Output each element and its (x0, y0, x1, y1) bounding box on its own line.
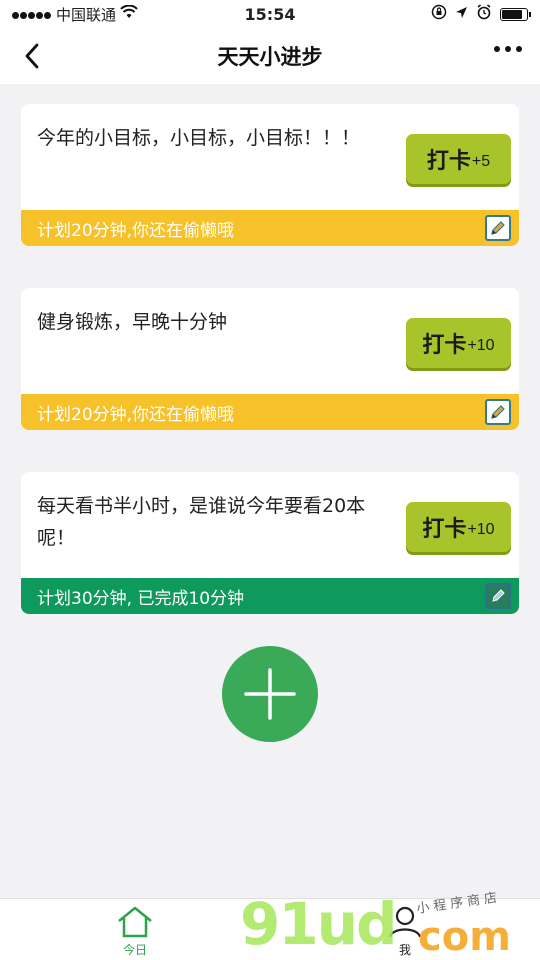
status-bar: 中国联通 15:54 (0, 0, 540, 28)
plus-icon (244, 668, 296, 720)
goal-title: 今年的小目标，小目标，小目标！！！ (37, 127, 361, 149)
user-icon (388, 906, 422, 938)
checkin-button[interactable]: 打卡 +10 (406, 502, 511, 552)
checkin-label: 打卡 (426, 148, 471, 173)
goal-card: 每天看书半小时，是谁说今年要看20本呢！ 打卡 +10 计划30分钟, 已完成1… (21, 472, 519, 614)
back-chevron-icon[interactable] (14, 38, 50, 74)
signal-icon (12, 5, 52, 23)
edit-pencil-icon[interactable] (485, 583, 511, 609)
goal-title: 健身锻炼，早晚十分钟 (37, 311, 228, 333)
status-time: 15:54 (244, 4, 296, 24)
checkin-button[interactable]: 打卡 +10 (406, 318, 511, 368)
goal-status-text: 计划20分钟,你还在偷懒哦 (37, 404, 235, 425)
wifi-icon (120, 4, 138, 23)
home-icon (118, 906, 152, 938)
tab-me[interactable]: 我 (370, 905, 440, 958)
tab-label: 今日 (122, 943, 147, 957)
page-title: 天天小进步 (217, 45, 323, 69)
status-left: 中国联通 (12, 4, 202, 25)
goal-title: 每天看书半小时，是谁说今年要看20本呢！ (37, 495, 366, 549)
checkin-button[interactable]: 打卡 +5 (406, 134, 511, 184)
edit-pencil-icon[interactable] (485, 215, 511, 241)
rotation-lock-icon (431, 4, 447, 24)
goal-status-bar: 计划20分钟,你还在偷懒哦 (21, 394, 519, 430)
checkin-points: +10 (467, 521, 495, 538)
checkin-points: +5 (471, 153, 491, 170)
status-right (338, 4, 531, 24)
more-dots-icon[interactable] (494, 46, 522, 52)
location-icon (455, 5, 468, 23)
checkin-points: +10 (467, 337, 495, 354)
add-goal-button[interactable] (222, 646, 318, 742)
goal-status-bar: 计划30分钟, 已完成10分钟 (21, 578, 519, 614)
checkin-label: 打卡 (422, 332, 467, 357)
tab-label: 我 (398, 943, 411, 957)
alarm-icon (476, 4, 492, 24)
tab-today[interactable]: 今日 (100, 905, 170, 958)
goal-status-text: 计划20分钟,你还在偷懒哦 (37, 220, 235, 241)
nav-bar: 天天小进步 (0, 28, 540, 84)
edit-pencil-icon[interactable] (485, 399, 511, 425)
goal-card: 今年的小目标，小目标，小目标！！！ 打卡 +5 计划20分钟,你还在偷懒哦 (21, 104, 519, 246)
goal-card: 健身锻炼，早晚十分钟 打卡 +10 计划20分钟,你还在偷懒哦 (21, 288, 519, 430)
carrier-name: 中国联通 (56, 5, 117, 24)
checkin-label: 打卡 (422, 516, 467, 541)
battery-icon (500, 7, 531, 21)
tab-bar: 今日 我 (0, 898, 540, 960)
goal-status-text: 计划30分钟, 已完成10分钟 (37, 588, 245, 609)
goal-status-bar: 计划20分钟,你还在偷懒哦 (21, 210, 519, 246)
